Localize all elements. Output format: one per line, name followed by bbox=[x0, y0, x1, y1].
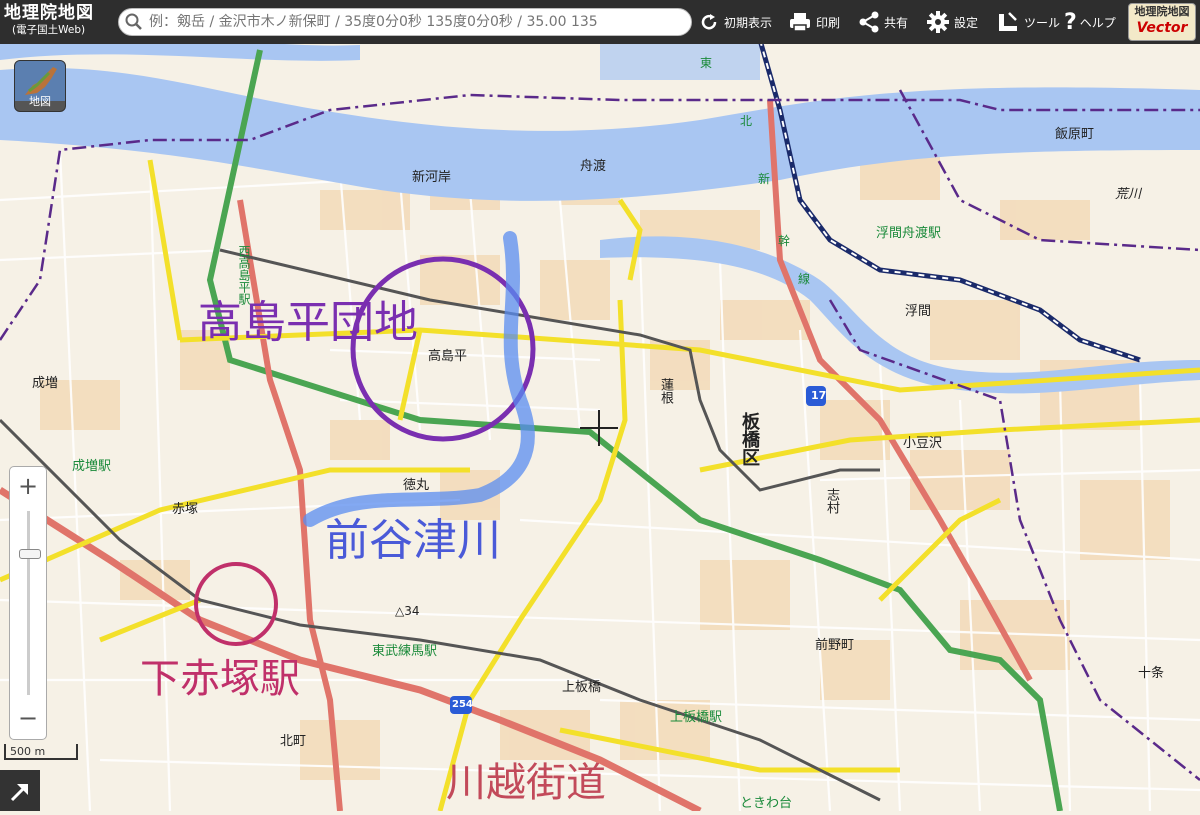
gear-icon bbox=[927, 11, 949, 33]
map-label-narimasu-station: 成増駅 bbox=[72, 459, 112, 474]
zoom-out-button[interactable]: − bbox=[10, 701, 46, 737]
map-label-shinkawagishi: 新河岸 bbox=[412, 170, 452, 185]
refresh-icon bbox=[701, 14, 717, 30]
zoom-slider-track[interactable] bbox=[27, 511, 30, 695]
zoom-in-button[interactable]: + bbox=[10, 469, 46, 505]
map-label-arakawa: 荒川 bbox=[1115, 187, 1142, 202]
map-label-tokiwadai: ときわ台 bbox=[740, 796, 793, 811]
map-label-funado: 舟渡 bbox=[580, 159, 607, 174]
vector-badge-label: Vector bbox=[1136, 20, 1188, 36]
scale-bar: 500 m bbox=[4, 744, 78, 762]
map-label-kitamachi: 北町 bbox=[280, 734, 307, 749]
app-logo[interactable]: 地理院地図 (電子国土Web) bbox=[4, 3, 114, 41]
annotation-kaido: 川越街道 bbox=[446, 760, 606, 806]
map-label-azusawa: 小豆沢 bbox=[903, 436, 943, 451]
map-label-ukimafunado-station: 浮間舟渡駅 bbox=[876, 226, 942, 241]
help-button[interactable]: ? ヘルプ bbox=[1064, 6, 1116, 38]
map-label-tobu-nerima-station: 東武練馬駅 bbox=[372, 644, 438, 659]
print-label: 印刷 bbox=[816, 15, 841, 30]
map-label-hasune: 蓮根 bbox=[658, 378, 673, 404]
share-icon bbox=[859, 11, 879, 33]
map-label-tohoku-line-1: 東 bbox=[700, 56, 713, 70]
map-label-tohoku-line-5: 線 bbox=[798, 272, 811, 286]
reset-view-button[interactable]: 初期表示 bbox=[698, 6, 772, 38]
map-label-akatsuka: 赤塚 bbox=[172, 502, 199, 517]
search-icon bbox=[125, 13, 142, 30]
map-label-jujo: 十条 bbox=[1138, 666, 1165, 681]
tools-label: ツール bbox=[1024, 15, 1061, 30]
map-label-ukima: 浮間 bbox=[905, 304, 932, 319]
share-button[interactable]: 共有 bbox=[858, 6, 908, 38]
layer-button-label: 地図 bbox=[29, 95, 51, 108]
map-label-kamiitabashi-station: 上板橋駅 bbox=[670, 710, 723, 725]
zoom-slider-handle[interactable] bbox=[19, 549, 41, 559]
share-label: 共有 bbox=[884, 15, 909, 30]
ruler-icon bbox=[999, 12, 1017, 31]
expand-button[interactable] bbox=[0, 770, 40, 811]
printer-icon bbox=[790, 13, 810, 32]
zoom-control: + − bbox=[9, 466, 47, 740]
route-254-shield: 254 bbox=[452, 699, 473, 710]
map-label-iiharacho: 飯原町 bbox=[1055, 127, 1095, 142]
map-label-itabashi-ku: 板橋区 bbox=[739, 412, 760, 466]
map-label-maenocho: 前野町 bbox=[815, 638, 855, 653]
map-label-takashimadaira: 高島平 bbox=[428, 349, 468, 364]
search-box[interactable] bbox=[118, 8, 692, 36]
settings-button[interactable]: 設定 bbox=[926, 6, 978, 38]
app-title: 地理院地図 bbox=[4, 3, 94, 23]
map-label-shimura: 志村 bbox=[824, 488, 839, 514]
vector-map-badge[interactable]: 地理院地図 Vector bbox=[1128, 3, 1196, 41]
print-button[interactable]: 印刷 bbox=[788, 6, 840, 38]
layer-selector-button[interactable]: 地図 bbox=[14, 60, 66, 112]
map-label-narimasu: 成増 bbox=[32, 376, 59, 391]
map-label-tohoku-line-3: 新 bbox=[758, 172, 771, 186]
route-17-shield: 17 bbox=[811, 389, 827, 402]
tools-button[interactable]: ツール bbox=[996, 6, 1060, 38]
map-label-kamiitabashi: 上板橋 bbox=[562, 680, 602, 695]
help-label: ヘルプ bbox=[1079, 15, 1116, 30]
app-subtitle: (電子国土Web) bbox=[12, 24, 86, 36]
map-label-tokumaru: 徳丸 bbox=[403, 478, 430, 493]
reset-view-label: 初期表示 bbox=[724, 15, 773, 30]
vector-badge-title: 地理院地図 bbox=[1134, 5, 1190, 18]
settings-label: 設定 bbox=[954, 15, 979, 30]
scale-bar-label: 500 m bbox=[10, 745, 46, 758]
help-icon: ? bbox=[1064, 9, 1077, 35]
annotation-river: 前谷津川 bbox=[325, 515, 501, 566]
annotation-danchi: 高島平団地 bbox=[198, 297, 418, 348]
search-input[interactable] bbox=[149, 12, 685, 32]
top-toolbar: 地理院地図 (電子国土Web) 初期表示 印刷 共有 設定 ツール ? ヘルプ … bbox=[0, 0, 1200, 44]
map-label-elevation: △34 bbox=[395, 604, 420, 618]
map-label-tohoku-line-4: 幹 bbox=[778, 234, 791, 248]
arrow-expand-icon bbox=[10, 784, 28, 802]
annotation-station: 下赤塚駅 bbox=[140, 656, 300, 702]
map-label-tohoku-line-2: 北 bbox=[740, 114, 753, 128]
